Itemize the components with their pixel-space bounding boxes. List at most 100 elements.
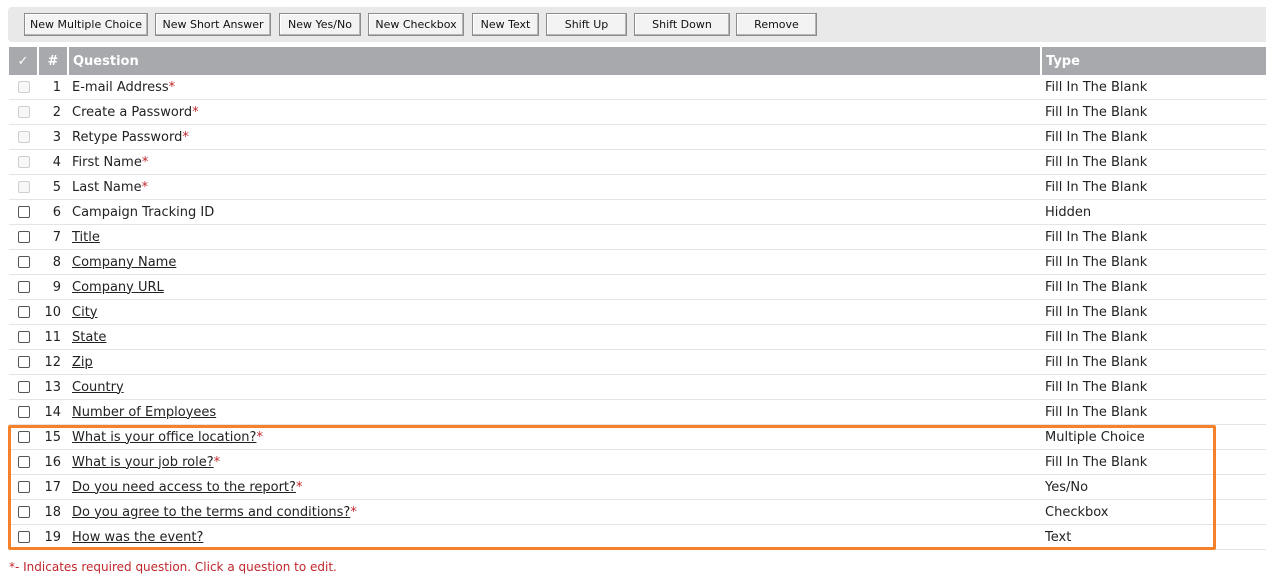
questions-table: ✓ # Question Type 1 E-mail Address* Fill I… [9,47,1266,550]
table-row: 6 Campaign Tracking ID Hidden [9,199,1266,225]
remove-button[interactable]: Remove [736,13,817,36]
row-number: 7 [38,224,68,250]
new-multiple-choice-button[interactable]: New Multiple Choice [24,13,148,36]
row-number: 16 [38,449,68,475]
question-cell: First Name* [68,149,1041,175]
row-number: 9 [38,274,68,300]
table-row: 14 Number of Employees Fill In The Blank [9,399,1266,425]
question-link[interactable]: What is your office location? [72,430,256,445]
new-yes-no-button[interactable]: New Yes/No [279,13,361,36]
question-link[interactable]: First Name [72,155,142,170]
question-type: Fill In The Blank [1041,449,1266,475]
type-column-header: Type [1041,47,1266,75]
question-cell: City [68,299,1041,325]
row-select-cell [9,374,38,400]
table-row: 2 Create a Password* Fill In The Blank [9,99,1266,125]
new-checkbox-button[interactable]: New Checkbox [368,13,464,36]
required-marker: * [350,504,357,520]
question-link[interactable]: Campaign Tracking ID [72,205,214,220]
row-checkbox[interactable] [17,456,30,468]
row-number: 14 [38,399,68,425]
row-select-cell [9,424,38,450]
number-column-header: # [38,47,69,75]
question-link[interactable]: State [72,330,106,345]
question-link[interactable]: Country [72,380,124,395]
question-cell: Campaign Tracking ID [68,199,1041,225]
row-select-cell [9,524,38,550]
row-checkbox[interactable] [17,206,30,218]
question-type: Fill In The Blank [1041,374,1266,400]
question-cell: Company Name [68,249,1041,275]
new-text-button[interactable]: New Text [472,13,539,36]
question-column-header: Question [68,47,1042,75]
question-link[interactable]: E-mail Address [72,80,169,95]
question-link[interactable]: Title [72,230,100,245]
shift-up-button[interactable]: Shift Up [546,13,627,36]
row-checkbox[interactable] [17,281,30,293]
question-cell: State [68,324,1041,350]
table-row: 12 Zip Fill In The Blank [9,349,1266,375]
question-cell: What is your job role?* [68,449,1041,475]
question-link[interactable]: Create a Password [72,105,192,120]
question-link[interactable]: Number of Employees [72,405,216,420]
row-select-cell [9,449,38,475]
row-number: 10 [38,299,68,325]
row-checkbox[interactable] [17,256,30,268]
question-type: Fill In The Blank [1041,349,1266,375]
question-link[interactable]: What is your job role? [72,455,214,470]
table-row: 17 Do you need access to the report?* Yes/… [9,474,1266,500]
question-cell: What is your office location?* [68,424,1041,450]
row-checkbox[interactable] [17,506,30,518]
row-checkbox[interactable] [17,381,30,393]
question-type: Text [1041,524,1266,550]
row-number: 13 [38,374,68,400]
row-checkbox[interactable] [17,531,30,543]
row-select-cell [9,99,38,125]
row-checkbox[interactable] [17,231,30,243]
question-link[interactable]: Zip [72,355,93,370]
table-row: 10 City Fill In The Blank [9,299,1266,325]
question-type: Fill In The Blank [1041,324,1266,350]
required-marker: * [213,454,221,470]
row-number: 8 [38,249,68,275]
question-link[interactable]: Do you need access to the report? [72,480,296,495]
row-checkbox[interactable] [17,431,30,443]
row-select-cell [9,399,38,425]
question-link[interactable]: Do you agree to the terms and conditions… [72,505,350,520]
required-marker: * [192,104,199,120]
row-checkbox [17,81,30,93]
table-row: 7 Title Fill In The Blank [9,224,1266,250]
question-type: Fill In The Blank [1041,299,1266,325]
question-type: Fill In The Blank [1041,75,1266,100]
row-select-cell [9,249,38,275]
table-row: 3 Retype Password* Fill In The Blank [9,124,1266,150]
row-select-cell [9,349,38,375]
table-row: 5 Last Name* Fill In The Blank [9,174,1266,200]
required-marker: * [182,129,189,145]
row-checkbox[interactable] [17,356,30,368]
question-type: Fill In The Blank [1041,174,1266,200]
question-link[interactable]: How was the event? [72,530,203,545]
row-checkbox [17,181,30,193]
select-all-check-icon[interactable]: ✓ [9,47,39,75]
question-link[interactable]: Retype Password [72,130,182,145]
table-row: 19 How was the event? Text [9,524,1266,550]
row-select-cell [9,474,38,500]
row-checkbox[interactable] [17,331,30,343]
row-number: 15 [38,424,68,450]
question-link[interactable]: Last Name [72,180,142,195]
shift-down-button[interactable]: Shift Down [634,13,730,36]
row-number: 3 [38,124,68,150]
table-row: 11 State Fill In The Blank [9,324,1266,350]
row-checkbox[interactable] [17,306,30,318]
table-row: 13 Country Fill In The Blank [9,374,1266,400]
question-link[interactable]: City [72,305,97,320]
row-select-cell [9,174,38,200]
new-short-answer-button[interactable]: New Short Answer [155,13,271,36]
question-cell: Country [68,374,1041,400]
question-link[interactable]: Company URL [72,280,164,295]
row-checkbox[interactable] [17,406,30,418]
row-checkbox[interactable] [17,481,30,493]
question-cell: Retype Password* [68,124,1041,150]
question-link[interactable]: Company Name [72,255,176,270]
